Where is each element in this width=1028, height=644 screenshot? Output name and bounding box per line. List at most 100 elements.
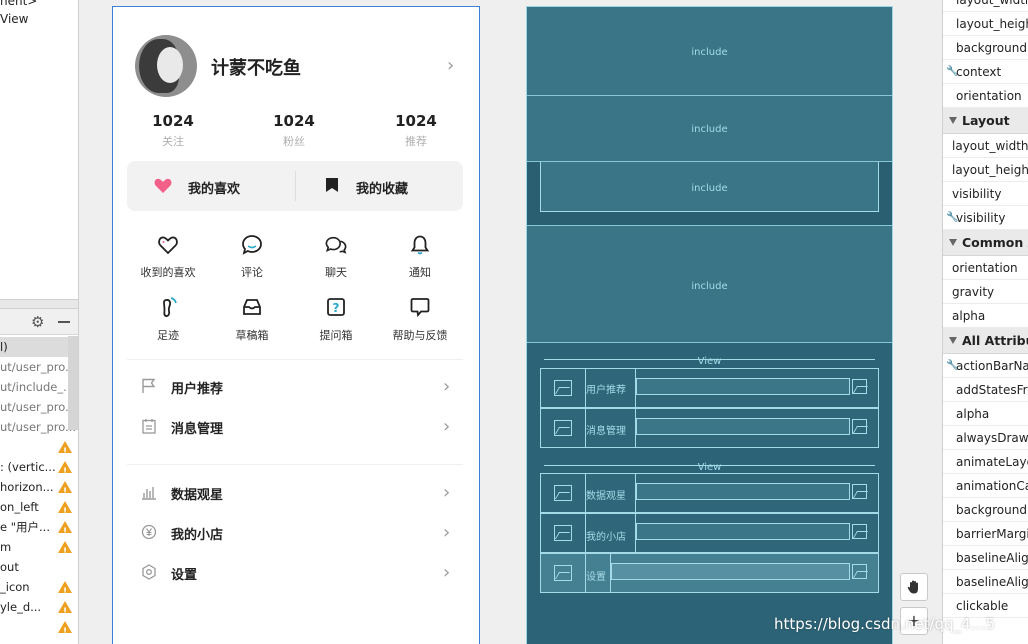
warning-icon[interactable]	[58, 581, 72, 597]
component-tree-panel: nent> View ⚙ l) ut/user_pro... ut/include_…	[0, 0, 79, 644]
tree-node-label: View	[0, 12, 29, 26]
attribute-row[interactable]: layout_width	[943, 0, 1028, 12]
component-list-row[interactable]: yle_d...	[0, 597, 78, 617]
attribute-section-header[interactable]: Layout	[943, 108, 1028, 134]
component-list-row[interactable]	[0, 617, 78, 637]
attribute-row[interactable]: alwaysDrawnW	[943, 426, 1028, 450]
chevron-right-icon[interactable]: ›	[447, 55, 454, 76]
menu-data-stars[interactable]: 数据观星	[171, 484, 223, 503]
minimize-icon[interactable]	[58, 321, 70, 323]
attribute-row[interactable]: animateLayou	[943, 450, 1028, 474]
inbox-icon[interactable]	[241, 296, 263, 318]
component-list-row-label: yle_d...	[0, 600, 42, 614]
pan-tool-button[interactable]	[900, 573, 928, 601]
component-list-row[interactable]: out	[0, 557, 78, 577]
attribute-row[interactable]: 🔧actionBarNav	[943, 354, 1028, 378]
attribute-row[interactable]: layout_width	[943, 134, 1028, 158]
include-block[interactable]: include	[527, 7, 892, 96]
attribute-row[interactable]: alpha	[943, 304, 1028, 328]
include-block[interactable]: include	[527, 162, 892, 226]
chevron-right-icon[interactable]: ›	[443, 522, 450, 543]
chevron-right-icon[interactable]: ›	[443, 482, 450, 503]
component-list-row[interactable]: m	[0, 537, 78, 557]
warning-icon[interactable]	[58, 481, 72, 497]
image-placeholder-icon	[554, 565, 572, 581]
menu-settings[interactable]: 设置	[171, 564, 197, 583]
warning-icon[interactable]	[58, 461, 72, 477]
tree-node[interactable]: nent>	[0, 0, 37, 8]
menu-message-manage[interactable]: 消息管理	[171, 418, 223, 437]
image-placeholder-icon	[554, 525, 572, 541]
attribute-row[interactable]: gravity	[943, 280, 1028, 304]
warning-icon[interactable]	[58, 521, 72, 537]
my-collection-button[interactable]: 我的收藏	[356, 178, 408, 197]
my-likes-button[interactable]: 我的喜欢	[188, 178, 240, 197]
menu-user-recommend[interactable]: 用户推荐	[171, 378, 223, 397]
comment-icon[interactable]	[241, 234, 263, 256]
clipboard-icon	[142, 419, 156, 434]
attribute-row[interactable]: animationCach	[943, 474, 1028, 498]
component-list-row[interactable]: : (vertic...	[0, 457, 78, 477]
component-list-row[interactable]: e "用户...	[0, 517, 78, 537]
avatar[interactable]	[135, 35, 197, 97]
chat-icon[interactable]	[325, 234, 347, 256]
component-list-row[interactable]: horizon...	[0, 477, 78, 497]
attribute-section-header[interactable]: Common A	[943, 230, 1028, 256]
warning-icon[interactable]	[58, 621, 72, 637]
attribute-row[interactable]: orientation	[943, 256, 1028, 280]
attribute-row[interactable]: baselineAligne	[943, 570, 1028, 594]
component-list-row[interactable]: _icon	[0, 577, 78, 597]
attribute-row[interactable]: layout_height	[943, 12, 1028, 36]
watermark-url: https://blog.csdn.net/qq_4…5	[774, 615, 996, 633]
grid-label: 足迹	[157, 329, 179, 342]
attribute-row[interactable]: background	[943, 498, 1028, 522]
attribute-row[interactable]: layout_height	[943, 158, 1028, 182]
include-block[interactable]: include	[527, 96, 892, 162]
include-label: include	[691, 183, 728, 194]
menu-my-shop[interactable]: 我的小店	[171, 524, 223, 543]
attribute-row[interactable]: baselineAligne	[943, 546, 1028, 570]
tree-node[interactable]: View	[0, 12, 28, 26]
chevron-right-icon[interactable]: ›	[443, 562, 450, 583]
include-block[interactable]: include	[527, 226, 892, 343]
scrollbar-thumb[interactable]	[68, 336, 78, 430]
attribute-row[interactable]: 🔧 context	[943, 60, 1028, 84]
footprint-icon[interactable]	[157, 296, 179, 318]
blueprint-preview[interactable]: include include include include View 用户推…	[526, 6, 893, 644]
grid-label: 评论	[241, 266, 263, 279]
image-placeholder-icon	[852, 564, 867, 579]
bell-icon[interactable]	[409, 234, 431, 256]
attribute-row[interactable]: alpha	[943, 402, 1028, 426]
heart-outline-icon[interactable]	[157, 234, 179, 256]
warning-icon[interactable]	[58, 501, 72, 517]
chevron-right-icon[interactable]: ›	[443, 376, 450, 397]
design-preview[interactable]: 计蒙不吃鱼 › 1024 关注 1024 粉丝 1024 推荐 我的喜欢 我的收…	[112, 6, 480, 644]
grid-label: 收到的喜欢	[140, 266, 196, 279]
question-box-icon[interactable]: ?	[325, 296, 347, 318]
component-list-row[interactable]: on_left	[0, 497, 78, 517]
component-list-row[interactable]	[0, 437, 78, 457]
attribute-row[interactable]: 🔧 visibility	[943, 206, 1028, 230]
chevron-right-icon[interactable]: ›	[443, 416, 450, 437]
panel-splitter[interactable]	[0, 299, 78, 309]
gear-icon[interactable]: ⚙	[31, 313, 44, 331]
grid-label: 聊天	[325, 266, 347, 279]
attribute-row[interactable]: barrierMargin	[943, 522, 1028, 546]
svg-text:?: ?	[333, 301, 340, 315]
warning-icon[interactable]	[58, 441, 72, 457]
warning-icon[interactable]	[58, 541, 72, 557]
attribute-row[interactable]: addStatesFrom	[943, 378, 1028, 402]
attribute-name: alwaysDrawnW	[956, 431, 1028, 445]
attribute-row[interactable]: visibility	[943, 182, 1028, 206]
expand-triangle-icon[interactable]	[949, 117, 957, 124]
feedback-icon[interactable]	[409, 296, 431, 318]
attribute-name: layout_height	[956, 17, 1028, 31]
attribute-row[interactable]: background	[943, 36, 1028, 60]
attribute-row[interactable]: orientation	[943, 84, 1028, 108]
warning-icon[interactable]	[58, 601, 72, 617]
attribute-name: background	[956, 41, 1027, 55]
attribute-section-header[interactable]: All Attribut	[943, 328, 1028, 354]
include-label: include	[691, 47, 728, 58]
expand-triangle-icon[interactable]	[949, 239, 957, 246]
expand-triangle-icon[interactable]	[949, 337, 957, 344]
